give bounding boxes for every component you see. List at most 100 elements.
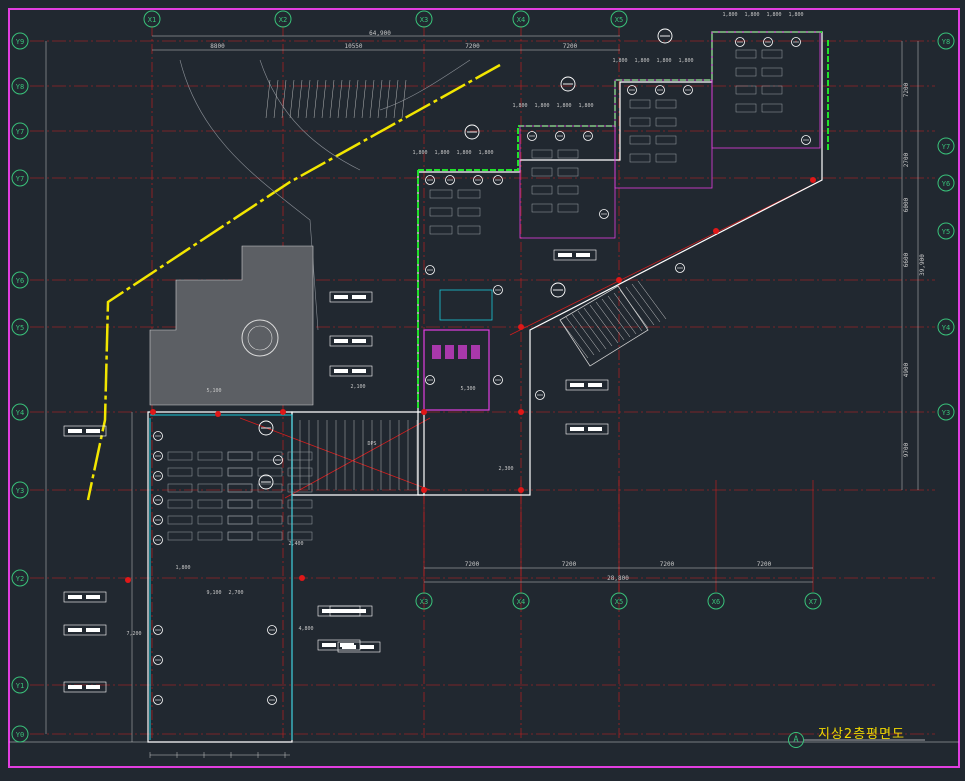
dimension-module: 1,800	[678, 58, 693, 64]
annotation-tag-fill	[322, 609, 336, 613]
grid-bubble-label: Y6	[16, 277, 24, 285]
grid-bubble-label: X2	[279, 16, 287, 24]
dimension-right-span: 6000	[903, 197, 910, 212]
annotation-tag-fill	[352, 609, 366, 613]
dimension-module: 1,800	[534, 103, 549, 109]
dimension-top-total: 64,900	[369, 30, 391, 37]
column-marker	[280, 409, 286, 415]
grid-bubble-label: Y5	[16, 324, 24, 332]
drawing-title[interactable]: 지상2층평면도	[818, 723, 905, 742]
desk	[735, 49, 757, 59]
stair-tread	[577, 310, 607, 350]
dimension-module: 1,800	[412, 150, 427, 156]
desk	[629, 117, 651, 127]
annotation-tag-fill	[86, 685, 100, 689]
stair-tread	[625, 286, 655, 326]
stair-tread	[607, 295, 637, 335]
building-outline	[147, 31, 829, 743]
dimension-bottom-span: 7200	[757, 561, 772, 568]
dimension-right-total: 39,900	[919, 254, 926, 276]
stair-core	[439, 289, 493, 321]
dimension-misc: 2,700	[228, 590, 243, 596]
desk	[167, 467, 193, 477]
desk	[227, 499, 253, 509]
dimension-right-span: 7200	[903, 82, 910, 97]
stair-tread	[631, 283, 661, 323]
desk	[227, 531, 253, 541]
grid-bubble-label: Y5	[942, 228, 950, 236]
desk	[227, 515, 253, 525]
dimension-misc: 5,300	[460, 386, 475, 392]
column-marker	[518, 409, 524, 415]
grid-bubble-label: Y3	[16, 487, 24, 495]
restroom-fixture	[445, 345, 454, 359]
desk	[167, 451, 193, 461]
dimension-misc: 4,800	[298, 626, 313, 632]
column-marker	[518, 324, 524, 330]
desk	[227, 499, 253, 509]
desk	[557, 185, 579, 195]
cyan-curtain-wall	[150, 414, 293, 740]
grid-bubble-label: Y3	[942, 409, 950, 417]
grid-bubble-label: Y7	[16, 128, 24, 136]
annotation-tag-fill	[68, 628, 82, 632]
restroom-fixture	[471, 345, 480, 359]
dimension-misc: 2,100	[350, 384, 365, 390]
desk	[429, 207, 453, 217]
sheet-bubble: A	[788, 732, 804, 748]
grid-bubble-label: X6	[712, 598, 720, 606]
stair-tread	[329, 79, 335, 119]
desk	[629, 135, 651, 145]
stair-tread	[559, 319, 589, 359]
dimension-bottom-span: 7200	[562, 561, 577, 568]
grid-line-diagonal	[239, 417, 431, 491]
annotation-tag-fill	[68, 429, 82, 433]
stair-outline	[559, 285, 649, 367]
desk	[735, 67, 757, 77]
dimension-misc: DPS	[367, 441, 376, 447]
grid-bubble-label: X3	[420, 16, 428, 24]
dimension-right-span: 9700	[903, 442, 910, 457]
desk	[227, 467, 253, 477]
dimension-top-span: 7200	[563, 43, 578, 50]
annotation-tag-fill	[68, 685, 82, 689]
annotation-tag-fill	[570, 427, 584, 431]
grid-bubble-label: X5	[615, 16, 623, 24]
grid-bubble-label: X4	[517, 598, 525, 606]
desk	[761, 103, 783, 113]
desk	[531, 167, 553, 177]
desk	[761, 49, 783, 59]
column-marker	[299, 575, 305, 581]
room-outline	[519, 125, 616, 239]
dimension-right-span: 6600	[903, 252, 910, 267]
annotation-tag-fill	[86, 429, 100, 433]
annotation-tag-fill	[334, 339, 348, 343]
grid-bubble-label: Y1	[16, 682, 24, 690]
annotation-tag-fill	[68, 595, 82, 599]
desk	[197, 451, 223, 461]
dimension-misc: 2,400	[288, 541, 303, 547]
floor-plan-canvas: X1 X2 X3 X4 X5 X3 X4 X5 X6 X7 Y9 Y8 Y7 Y7 Y6 Y5 Y4 Y3 Y2 Y1…	[8, 8, 960, 768]
grid-bubble-label: Y4	[16, 409, 24, 417]
dimension-bottom-total: 28,800	[607, 575, 629, 582]
grid-bubble-label: X3	[420, 598, 428, 606]
desk	[557, 167, 579, 177]
desk	[227, 483, 253, 493]
desk	[257, 531, 283, 541]
stair-tread	[637, 280, 667, 320]
desk	[457, 225, 481, 235]
desk	[629, 99, 651, 109]
annotation-tag-fill	[86, 628, 100, 632]
desk	[197, 483, 223, 493]
annotation-tag-fill	[570, 383, 584, 387]
grid-bubble-label: Y7	[16, 175, 24, 183]
desk	[227, 531, 253, 541]
column-marker	[518, 487, 524, 493]
grid-bubble-label: X4	[517, 16, 525, 24]
desk	[227, 483, 253, 493]
dimension-top-span: 10550	[344, 43, 362, 50]
column-marker	[810, 177, 816, 183]
stair-tread	[589, 304, 619, 344]
grid-bubble-label: Y2	[16, 575, 24, 583]
annotation-tag-fill	[360, 645, 374, 649]
